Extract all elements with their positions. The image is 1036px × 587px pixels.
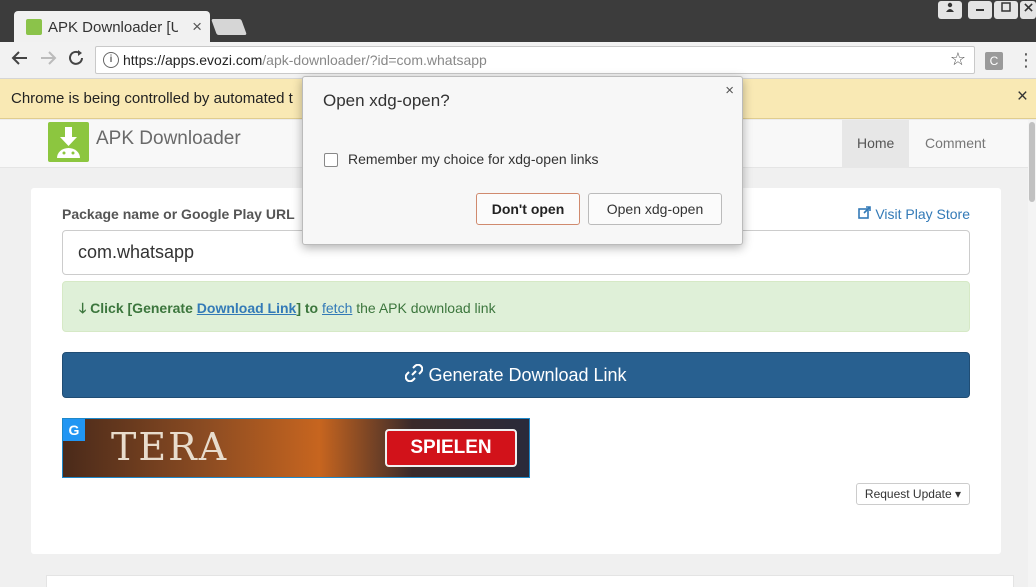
alert-suffix: the APK download link (352, 300, 496, 316)
request-update-button[interactable]: Request Update ▾ (855, 483, 970, 505)
generate-download-link-button[interactable]: Generate Download Link (62, 352, 970, 398)
chrome-menu-icon[interactable]: ⋮ (1017, 50, 1035, 71)
alert-prefix: Click [Generate (90, 300, 197, 316)
new-tab-button[interactable] (211, 19, 247, 35)
tab-close-icon[interactable]: × (192, 17, 202, 37)
site-info-icon[interactable]: i (103, 52, 119, 68)
browser-toolbar: i https://apps.evozi.com/apk-downloader/… (0, 42, 1036, 79)
bookmark-star-icon[interactable]: ☆ (950, 49, 966, 70)
ad-badge-icon: G (63, 419, 85, 441)
profile-icon[interactable] (938, 1, 962, 19)
alert-fetch-link[interactable]: fetch (322, 300, 352, 316)
alert-download-link[interactable]: Download Link (197, 300, 297, 316)
link-icon (405, 363, 424, 383)
browser-tab[interactable]: APK Downloader [U × (14, 11, 210, 43)
close-window-icon[interactable] (1020, 1, 1036, 19)
alert-mid: ] to (296, 300, 322, 316)
infobar-message: Chrome is being controlled by automated … (11, 90, 293, 107)
open-xdg-open-button[interactable]: Open xdg-open (588, 193, 722, 225)
reload-icon[interactable] (66, 48, 86, 74)
dialog-title: Open xdg-open? (323, 91, 450, 110)
scrollbar-thumb[interactable] (1029, 122, 1035, 202)
nav-comment[interactable]: Comment (910, 120, 1001, 168)
android-logo-icon[interactable] (48, 122, 89, 162)
url-text: https://apps.evozi.com/apk-downloader/?i… (123, 52, 487, 68)
site-brand[interactable]: APK Downloader (96, 128, 241, 150)
ad-play-button[interactable]: SPIELEN (385, 429, 517, 467)
page-scrollbar[interactable] (1028, 120, 1036, 587)
secondary-panel (46, 575, 1014, 587)
instruction-alert: 🡓 Click [Generate Download Link] to fetc… (62, 281, 970, 332)
tab-title: APK Downloader [U (48, 19, 178, 36)
down-arrow-icon: 🡓 (79, 300, 87, 316)
package-label: Package name or Google Play URL (62, 206, 295, 222)
nav-home[interactable]: Home (842, 120, 910, 168)
forward-arrow-icon[interactable] (38, 48, 58, 74)
remember-choice-checkbox[interactable] (324, 153, 338, 167)
external-link-icon (858, 206, 872, 219)
back-arrow-icon[interactable] (10, 48, 30, 74)
window-titlebar: APK Downloader [U × (0, 0, 1036, 43)
dont-open-button[interactable]: Don't open (476, 193, 580, 225)
visit-play-store-link[interactable]: Visit Play Store (858, 206, 970, 222)
minimize-window-icon[interactable] (968, 1, 992, 19)
address-bar[interactable]: i https://apps.evozi.com/apk-downloader/… (95, 46, 975, 74)
ad-banner[interactable]: G TERA SPIELEN (62, 418, 530, 478)
android-favicon-icon (26, 19, 42, 35)
dialog-close-icon[interactable]: × (725, 82, 734, 99)
maximize-window-icon[interactable] (994, 1, 1018, 19)
remember-choice-label[interactable]: Remember my choice for xdg-open links (348, 151, 599, 167)
xdg-open-dialog: Open xdg-open? × Remember my choice for … (302, 76, 743, 245)
extension-icon[interactable]: C (985, 52, 1003, 70)
infobar-close-icon[interactable]: × (1017, 86, 1028, 108)
ad-game-logo: TERA (111, 425, 229, 469)
